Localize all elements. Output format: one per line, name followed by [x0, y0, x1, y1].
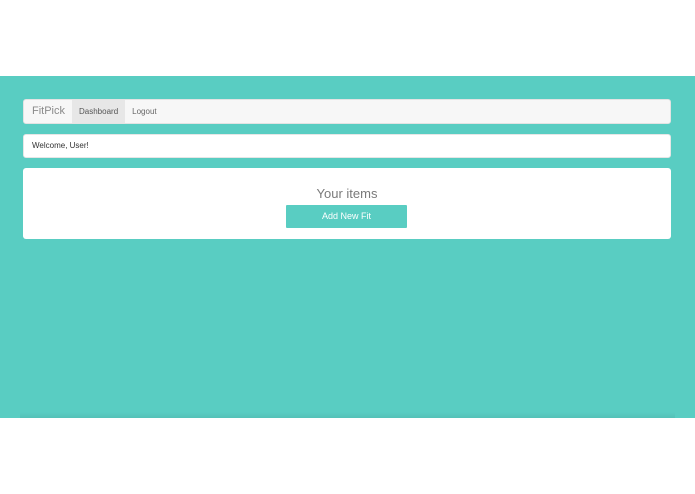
items-panel: Your items Add New Fit — [23, 168, 671, 239]
nav-item-logout[interactable]: Logout — [125, 100, 163, 123]
nav-item-dashboard[interactable]: Dashboard — [72, 100, 126, 123]
app-background: FitPick Dashboard Logout Welcome, User! … — [0, 76, 695, 418]
navbar: FitPick Dashboard Logout — [23, 99, 671, 124]
app-bottom-shadow — [20, 412, 675, 418]
brand-logo[interactable]: FitPick — [24, 100, 72, 123]
welcome-message: Welcome, User! — [23, 134, 671, 158]
items-panel-title: Your items — [316, 186, 378, 201]
add-new-fit-button[interactable]: Add New Fit — [286, 205, 407, 228]
